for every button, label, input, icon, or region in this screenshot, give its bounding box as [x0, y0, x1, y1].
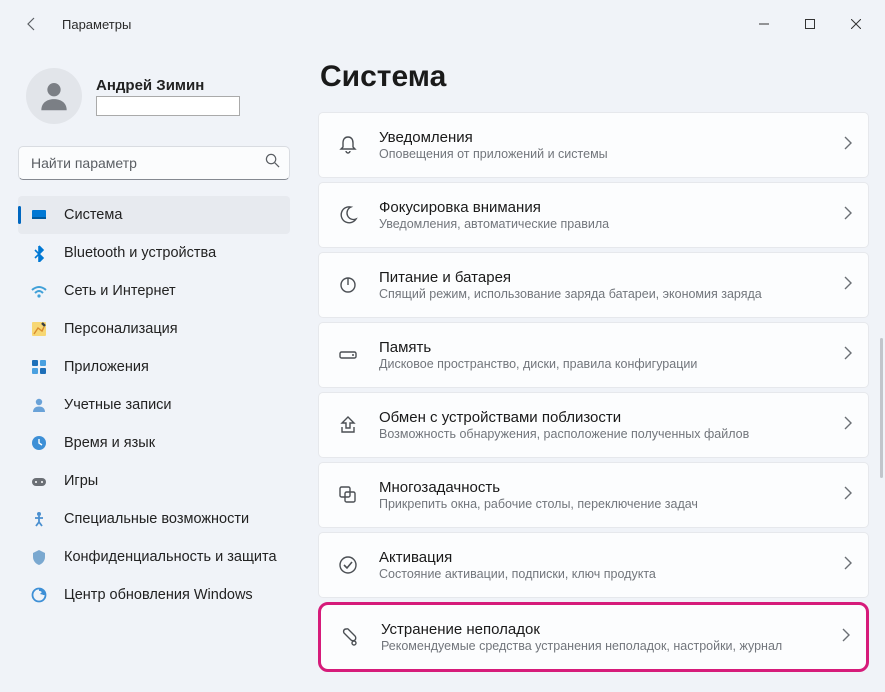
- card-description: Прикрепить окна, рабочие столы, переключ…: [379, 497, 824, 511]
- card-description: Состояние активации, подписки, ключ прод…: [379, 567, 824, 581]
- sidebar: Андрей Зимин Система Bluetooth и устройст…: [0, 48, 302, 692]
- app-title: Параметры: [62, 17, 131, 32]
- system-icon: [30, 206, 48, 224]
- user-name: Андрей Зимин: [96, 77, 240, 94]
- user-profile[interactable]: Андрей Зимин: [18, 56, 290, 142]
- settings-card-multitask[interactable]: МногозадачностьПрикрепить окна, рабочие …: [318, 462, 869, 528]
- card-description: Спящий режим, использование заряда батар…: [379, 287, 824, 301]
- sidebar-item-label: Сеть и Интернет: [64, 283, 176, 299]
- sidebar-item-label: Учетные записи: [64, 397, 172, 413]
- card-description: Рекомендуемые средства устранения непола…: [381, 639, 822, 653]
- sidebar-item-label: Игры: [64, 473, 98, 489]
- bell-icon: [337, 134, 359, 156]
- maximize-button[interactable]: [787, 8, 833, 40]
- settings-card-storage[interactable]: ПамятьДисковое пространство, диски, прав…: [318, 322, 869, 388]
- sidebar-item-label: Система: [64, 207, 122, 223]
- sidebar-item-gaming[interactable]: Игры: [18, 462, 290, 500]
- card-title: Обмен с устройствами поблизости: [379, 409, 824, 426]
- sidebar-item-label: Персонализация: [64, 321, 178, 337]
- titlebar: Параметры: [0, 0, 885, 48]
- moon-icon: [337, 204, 359, 226]
- sidebar-item-personalization[interactable]: Персонализация: [18, 310, 290, 348]
- card-title: Память: [379, 339, 824, 356]
- sidebar-item-label: Конфиденциальность и защита: [64, 549, 277, 565]
- settings-card-activation[interactable]: АктивацияСостояние активации, подписки, …: [318, 532, 869, 598]
- apps-icon: [30, 358, 48, 376]
- update-icon: [30, 586, 48, 604]
- sidebar-item-accessibility[interactable]: Специальные возможности: [18, 500, 290, 538]
- chevron-right-icon: [844, 416, 852, 435]
- card-title: Многозадачность: [379, 479, 824, 496]
- settings-card-share[interactable]: Обмен с устройствами поблизостиВозможнос…: [318, 392, 869, 458]
- card-description: Уведомления, автоматические правила: [379, 217, 824, 231]
- minimize-button[interactable]: [741, 8, 787, 40]
- settings-card-power[interactable]: Питание и батареяСпящий режим, использов…: [318, 252, 869, 318]
- card-title: Фокусировка внимания: [379, 199, 824, 216]
- bluetooth-icon: [30, 244, 48, 262]
- chevron-right-icon: [844, 556, 852, 575]
- card-description: Возможность обнаружения, расположение по…: [379, 427, 824, 441]
- time-icon: [30, 434, 48, 452]
- sidebar-item-time[interactable]: Время и язык: [18, 424, 290, 462]
- card-title: Уведомления: [379, 129, 824, 146]
- avatar: [26, 68, 82, 124]
- sidebar-item-apps[interactable]: Приложения: [18, 348, 290, 386]
- main-panel: Система УведомленияОповещения от приложе…: [302, 48, 885, 692]
- chevron-right-icon: [844, 206, 852, 225]
- chevron-right-icon: [844, 276, 852, 295]
- privacy-icon: [30, 548, 48, 566]
- card-title: Питание и батарея: [379, 269, 824, 286]
- close-button[interactable]: [833, 8, 879, 40]
- back-button[interactable]: [22, 14, 42, 34]
- chevron-right-icon: [842, 628, 850, 647]
- sidebar-item-label: Приложения: [64, 359, 149, 375]
- multitask-icon: [337, 484, 359, 506]
- sidebar-item-update[interactable]: Центр обновления Windows: [18, 576, 290, 614]
- share-icon: [337, 414, 359, 436]
- card-title: Устранение неполадок: [381, 621, 822, 638]
- sidebar-item-privacy[interactable]: Конфиденциальность и защита: [18, 538, 290, 576]
- accounts-icon: [30, 396, 48, 414]
- settings-card-moon[interactable]: Фокусировка вниманияУведомления, автомат…: [318, 182, 869, 248]
- card-description: Дисковое пространство, диски, правила ко…: [379, 357, 824, 371]
- search-input[interactable]: [18, 146, 290, 180]
- user-email-placeholder: [96, 96, 240, 116]
- sidebar-item-label: Специальные возможности: [64, 511, 249, 527]
- sidebar-item-label: Время и язык: [64, 435, 155, 451]
- search-icon: [265, 153, 280, 173]
- accessibility-icon: [30, 510, 48, 528]
- settings-card-bell[interactable]: УведомленияОповещения от приложений и си…: [318, 112, 869, 178]
- sidebar-item-system[interactable]: Система: [18, 196, 290, 234]
- sidebar-item-label: Bluetooth и устройства: [64, 245, 216, 261]
- card-description: Оповещения от приложений и системы: [379, 147, 824, 161]
- settings-card-troubleshoot[interactable]: Устранение неполадокРекомендуемые средст…: [318, 602, 869, 672]
- storage-icon: [337, 344, 359, 366]
- sidebar-item-label: Центр обновления Windows: [64, 587, 253, 603]
- page-title: Система: [320, 60, 869, 94]
- chevron-right-icon: [844, 346, 852, 365]
- activation-icon: [337, 554, 359, 576]
- sidebar-item-accounts[interactable]: Учетные записи: [18, 386, 290, 424]
- personalization-icon: [30, 320, 48, 338]
- power-icon: [337, 274, 359, 296]
- sidebar-item-network[interactable]: Сеть и Интернет: [18, 272, 290, 310]
- network-icon: [30, 282, 48, 300]
- gaming-icon: [30, 472, 48, 490]
- card-title: Активация: [379, 549, 824, 566]
- chevron-right-icon: [844, 136, 852, 155]
- chevron-right-icon: [844, 486, 852, 505]
- troubleshoot-icon: [339, 626, 361, 648]
- scrollbar-thumb[interactable]: [880, 338, 883, 478]
- sidebar-item-bluetooth[interactable]: Bluetooth и устройства: [18, 234, 290, 272]
